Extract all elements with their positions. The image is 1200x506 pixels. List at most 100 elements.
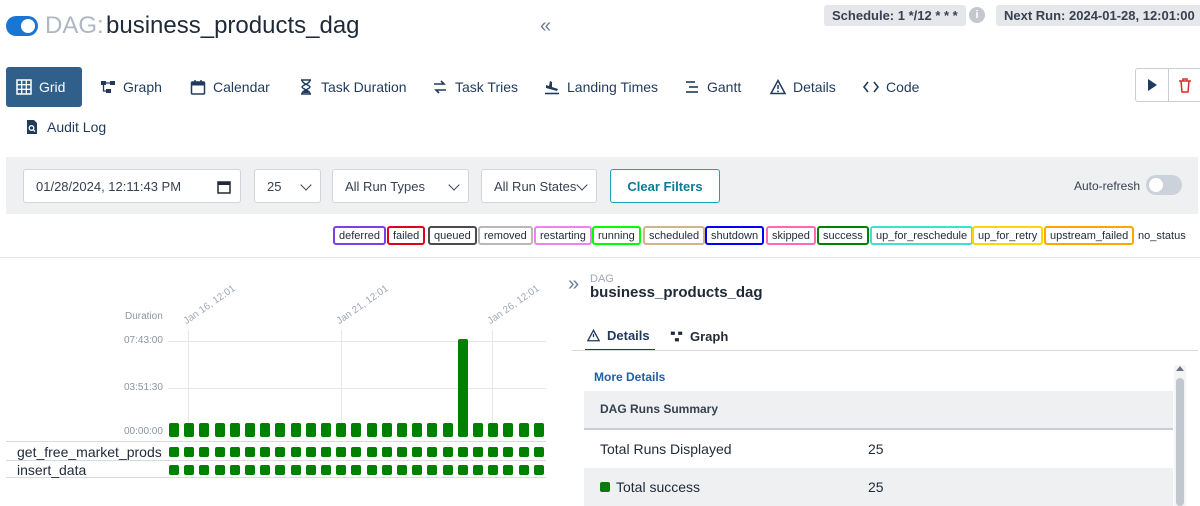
expand-icon[interactable]: » (568, 273, 579, 296)
dag-run-bar[interactable] (412, 423, 422, 437)
task-instance-cell[interactable] (306, 447, 316, 457)
task-instance-cell[interactable] (199, 465, 209, 475)
task-instance-cell[interactable] (427, 447, 437, 457)
task-instance-cell[interactable] (443, 447, 453, 457)
calendar-picker-icon[interactable] (216, 179, 232, 195)
task-instance-cell[interactable] (245, 447, 255, 457)
scroll-up-arrow-icon[interactable] (1176, 366, 1184, 371)
tab-audit-log[interactable]: Audit Log (14, 107, 116, 147)
task-instance-cell[interactable] (260, 447, 270, 457)
dag-run-bar[interactable] (321, 423, 331, 437)
collapse-icon[interactable]: « (540, 15, 551, 38)
task-instance-cell[interactable] (321, 465, 331, 475)
task-instance-cell[interactable] (519, 447, 529, 457)
task-instance-cell[interactable] (397, 447, 407, 457)
task-instance-cell[interactable] (443, 465, 453, 475)
task-instance-cell[interactable] (519, 465, 529, 475)
task-instance-cell[interactable] (367, 447, 377, 457)
dag-run-bar[interactable] (184, 423, 194, 437)
delete-dag-button[interactable] (1168, 68, 1200, 102)
legend-no-status[interactable]: no_status (1138, 226, 1186, 245)
dag-run-bar[interactable] (519, 423, 529, 437)
auto-refresh-toggle[interactable] (1146, 175, 1182, 195)
dag-run-bar[interactable] (503, 423, 513, 437)
task-name-insert-data[interactable]: insert_data (17, 462, 86, 478)
tab-gantt[interactable]: Gantt (674, 67, 751, 107)
legend-scheduled[interactable]: scheduled (643, 226, 706, 245)
legend-success[interactable]: success (817, 226, 869, 245)
dag-run-bar[interactable] (245, 423, 255, 437)
dag-run-bar[interactable] (291, 423, 301, 437)
legend-failed[interactable]: failed (387, 226, 426, 245)
tab-grid[interactable]: Grid (6, 67, 82, 107)
task-instance-cell[interactable] (291, 465, 301, 475)
task-instance-cell[interactable] (503, 465, 513, 475)
task-instance-cell[interactable] (382, 447, 392, 457)
dag-pause-toggle[interactable] (6, 16, 38, 36)
task-instance-cell[interactable] (275, 465, 285, 475)
details-scrollbar-thumb[interactable] (1176, 378, 1184, 506)
task-instance-cell[interactable] (412, 447, 422, 457)
trigger-dag-button[interactable] (1135, 68, 1169, 102)
task-instance-cell[interactable] (245, 465, 255, 475)
task-instance-cell[interactable] (382, 465, 392, 475)
task-instance-cell[interactable] (534, 447, 544, 457)
legend-restarting[interactable]: restarting (534, 226, 592, 245)
legend-skipped[interactable]: skipped (766, 226, 816, 245)
legend-queued[interactable]: queued (428, 226, 477, 245)
dag-run-bar[interactable] (427, 423, 437, 437)
tab-task-duration[interactable]: Task Duration (288, 67, 417, 107)
dag-run-bar[interactable] (458, 339, 468, 437)
dag-run-bar[interactable] (260, 423, 270, 437)
tab-task-tries[interactable]: Task Tries (422, 67, 528, 107)
task-instance-cell[interactable] (291, 447, 301, 457)
task-instance-cell[interactable] (488, 447, 498, 457)
more-details-link[interactable]: More Details (594, 370, 665, 384)
run-count-select[interactable]: 25 (254, 169, 321, 203)
task-instance-cell[interactable] (306, 465, 316, 475)
task-instance-cell[interactable] (351, 465, 361, 475)
task-instance-cell[interactable] (184, 447, 194, 457)
task-instance-cell[interactable] (412, 465, 422, 475)
legend-deferred[interactable]: deferred (333, 226, 386, 245)
task-instance-cell[interactable] (473, 465, 483, 475)
dag-run-bar[interactable] (367, 423, 377, 437)
task-instance-cell[interactable] (215, 447, 225, 457)
task-instance-cell[interactable] (215, 465, 225, 475)
task-instance-cell[interactable] (336, 447, 346, 457)
task-name-get-free-market-prods[interactable]: get_free_market_prods (17, 444, 162, 460)
dag-run-bar[interactable] (199, 423, 209, 437)
details-tab-details[interactable]: Details (585, 321, 655, 351)
dag-run-bar[interactable] (275, 423, 285, 437)
dag-run-bar[interactable] (488, 423, 498, 437)
info-icon[interactable]: i (969, 7, 985, 23)
task-instance-cell[interactable] (458, 447, 468, 457)
tab-code[interactable]: Code (853, 67, 929, 107)
tab-graph[interactable]: Graph (90, 67, 172, 107)
run-states-select[interactable]: All Run States (481, 169, 597, 203)
dag-run-bar[interactable] (382, 423, 392, 437)
dag-run-bar[interactable] (351, 423, 361, 437)
task-instance-cell[interactable] (336, 465, 346, 475)
task-instance-cell[interactable] (473, 447, 483, 457)
legend-running[interactable]: running (592, 226, 641, 245)
legend-removed[interactable]: removed (478, 226, 533, 245)
dag-run-bar[interactable] (473, 423, 483, 437)
tab-details[interactable]: Details (760, 67, 846, 107)
task-instance-cell[interactable] (169, 465, 179, 475)
task-instance-cell[interactable] (275, 447, 285, 457)
task-instance-cell[interactable] (397, 465, 407, 475)
clear-filters-button[interactable]: Clear Filters (610, 169, 720, 203)
task-instance-cell[interactable] (458, 465, 468, 475)
task-instance-cell[interactable] (488, 465, 498, 475)
dag-run-bar[interactable] (336, 423, 346, 437)
task-instance-cell[interactable] (321, 447, 331, 457)
task-instance-cell[interactable] (503, 447, 513, 457)
execution-date-input[interactable]: 01/28/2024, 12:11:43 PM (23, 169, 241, 203)
dag-run-bar[interactable] (397, 423, 407, 437)
task-instance-cell[interactable] (260, 465, 270, 475)
dag-run-bar[interactable] (306, 423, 316, 437)
run-types-select[interactable]: All Run Types (332, 169, 469, 203)
task-instance-cell[interactable] (427, 465, 437, 475)
task-instance-cell[interactable] (230, 447, 240, 457)
